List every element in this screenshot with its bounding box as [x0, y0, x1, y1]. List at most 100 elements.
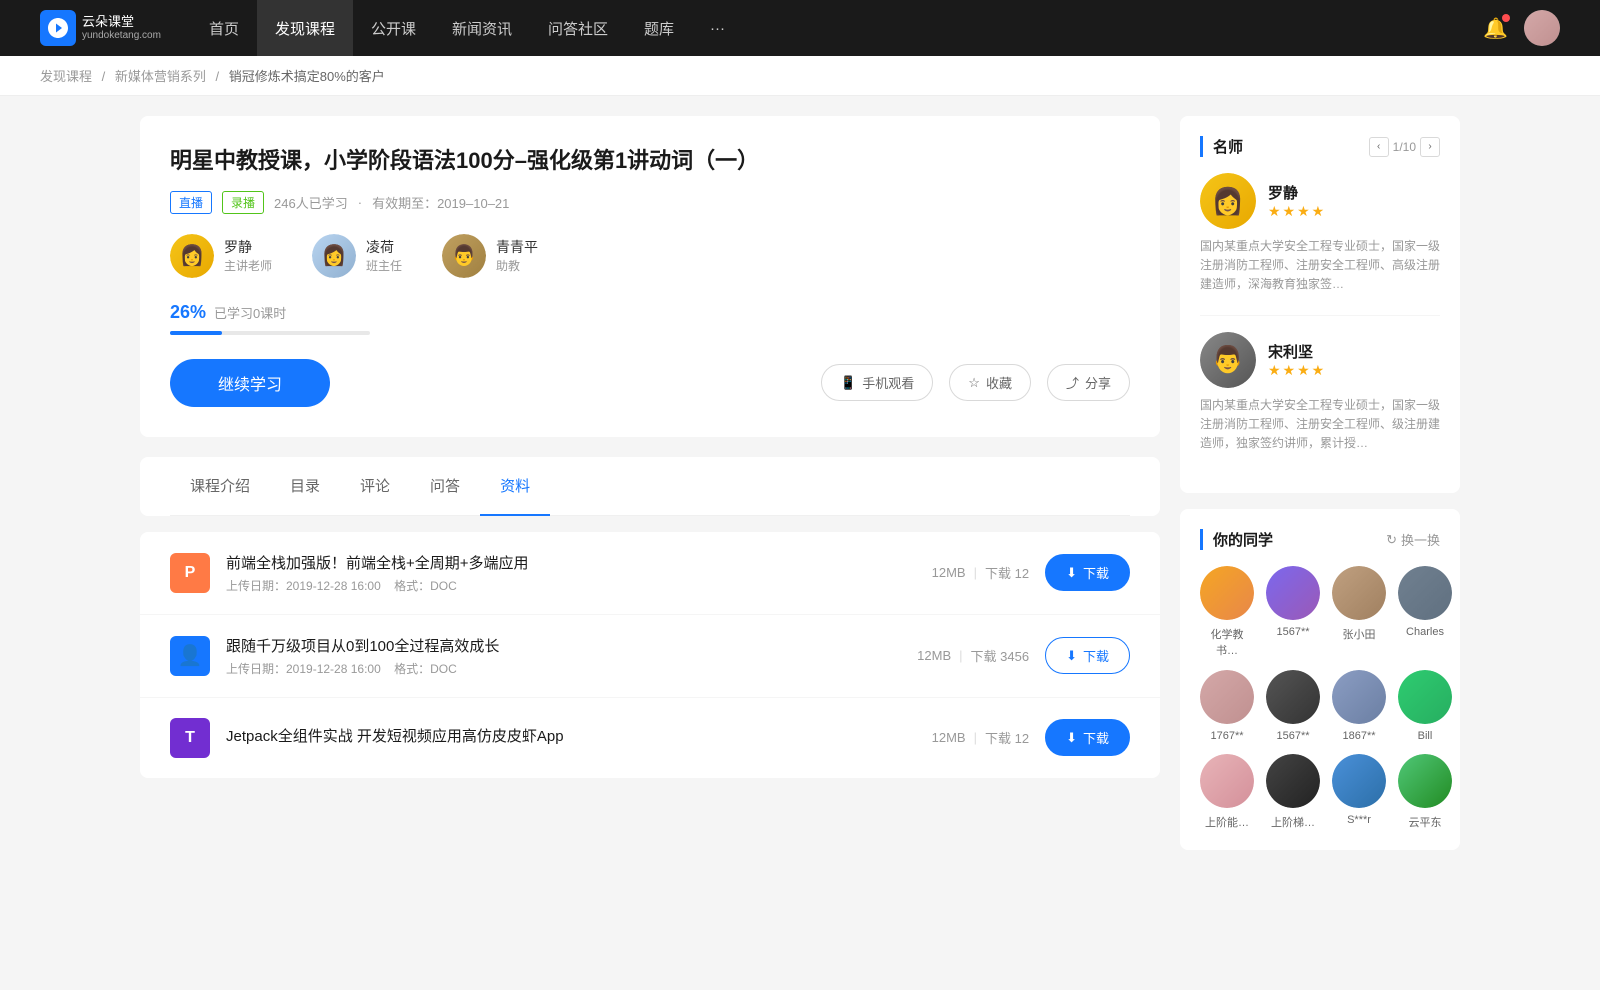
classmate-10: 上阶梯…: [1266, 754, 1320, 830]
logo-name: 云朵课堂: [82, 14, 161, 30]
teacher-1: 👩 罗静 ★★★★ 国内某重点大学安全工程专业硕士，国家一级注册消防工程师、注册…: [1200, 173, 1440, 295]
refresh-button[interactable]: ↻ 换一换: [1386, 530, 1440, 549]
instructor-1-role: 主讲老师: [224, 257, 272, 274]
nav-item-discover[interactable]: 发现课程: [257, 0, 353, 56]
teacher-2-desc: 国内某重点大学安全工程专业硕士，国家一级注册消防工程师、注册安全工程师、级注册建…: [1200, 396, 1440, 454]
classmate-5-name: 1767**: [1210, 730, 1243, 742]
course-actions: 继续学习 📱 手机观看 ☆ 收藏 ⤴ 分享: [170, 359, 1130, 407]
classmate-1: 化学教书…: [1200, 566, 1254, 658]
progress-bar-fill: [170, 331, 222, 335]
instructor-1-name: 罗静: [224, 237, 272, 257]
classmate-11: S***r: [1332, 754, 1386, 830]
file-stats-2: 12MB | 下载 3456: [917, 646, 1029, 665]
nav-item-home[interactable]: 首页: [191, 0, 257, 56]
teacher-1-stars: ★★★★: [1268, 203, 1326, 220]
avatar[interactable]: [1524, 10, 1560, 46]
download-button-2[interactable]: ⬇ 下载: [1045, 637, 1130, 674]
teacher-2-name: 宋利坚: [1268, 341, 1326, 362]
nav-item-qa[interactable]: 问答社区: [530, 0, 626, 56]
course-meta: 直播 录播 246人已学习 · 有效期至：2019–10–21: [170, 191, 1130, 214]
logo-icon: [40, 10, 76, 46]
teacher-1-avatar: 👩: [1200, 173, 1256, 229]
classmates-grid: 化学教书… 1567** 张小田 Charles 1767**: [1200, 566, 1440, 830]
nav-item-news[interactable]: 新闻资讯: [434, 0, 530, 56]
logo[interactable]: 云朵课堂 yundoketang.com: [40, 10, 161, 46]
share-button[interactable]: ⤴ 分享: [1047, 364, 1130, 401]
main-container: 明星中教授课，小学阶段语法100分–强化级第1讲动词（一） 直播 录播 246人…: [100, 96, 1500, 886]
instructor-2-avatar: 👩: [312, 234, 356, 278]
instructor-1-avatar: 👩: [170, 234, 214, 278]
classmate-8: Bill: [1398, 670, 1452, 742]
progress-percent: 26%: [170, 302, 206, 323]
teachers-title: 名师: [1200, 136, 1243, 157]
instructor-2: 👩 凌荷 班主任: [312, 234, 402, 278]
nav-item-open[interactable]: 公开课: [353, 0, 434, 56]
teacher-2-stars: ★★★★: [1268, 362, 1326, 379]
breadcrumb-link-discover[interactable]: 发现课程: [40, 69, 92, 84]
classmate-7-name: 1867**: [1342, 730, 1375, 742]
avatar-image: [1524, 10, 1560, 46]
file-sub-2: 上传日期：2019-12-28 16:00 格式：DOC: [226, 660, 901, 677]
classmate-10-name: 上阶梯…: [1271, 814, 1315, 830]
classmate-2-name: 1567**: [1276, 626, 1309, 638]
classmate-4-name: Charles: [1406, 626, 1444, 638]
sidebar: 名师 ‹ 1/10 › 👩 罗静 ★★★★: [1180, 116, 1460, 866]
file-icon-1: P: [170, 553, 210, 593]
teacher-2-avatar: 👨: [1200, 332, 1256, 388]
course-card: 明星中教授课，小学阶段语法100分–强化级第1讲动词（一） 直播 录播 246人…: [140, 116, 1160, 437]
next-teacher-btn[interactable]: ›: [1420, 137, 1440, 157]
breadcrumb: 发现课程 / 新媒体营销系列 / 销冠修炼术搞定80%的客户: [0, 56, 1600, 96]
classmate-12: 云平东: [1398, 754, 1452, 830]
logo-sub: yundoketang.com: [82, 30, 161, 42]
classmate-6: 1567**: [1266, 670, 1320, 742]
breadcrumb-current: 销冠修炼术搞定80%的客户: [229, 69, 385, 84]
file-icon-2: 👤: [170, 636, 210, 676]
tab-materials[interactable]: 资料: [480, 457, 550, 516]
teacher-2: 👨 宋利坚 ★★★★ 国内某重点大学安全工程专业硕士，国家一级注册消防工程师、注…: [1200, 332, 1440, 454]
prev-teacher-btn[interactable]: ‹: [1369, 137, 1389, 157]
bell-icon[interactable]: 🔔: [1483, 16, 1508, 41]
classmate-3-name: 张小田: [1343, 626, 1376, 642]
breadcrumb-link-series[interactable]: 新媒体营销系列: [115, 69, 206, 84]
instructor-2-role: 班主任: [366, 257, 402, 274]
content-area: 明星中教授课，小学阶段语法100分–强化级第1讲动词（一） 直播 录播 246人…: [140, 116, 1160, 866]
teachers-panel: 名师 ‹ 1/10 › 👩 罗静 ★★★★: [1180, 116, 1460, 493]
tab-comments[interactable]: 评论: [340, 457, 410, 516]
classmate-1-name: 化学教书…: [1200, 626, 1254, 658]
mobile-watch-button[interactable]: 📱 手机观看: [821, 364, 933, 401]
nav-item-quiz[interactable]: 题库: [626, 0, 692, 56]
mobile-icon: 📱: [840, 375, 856, 391]
teachers-pagination: ‹ 1/10 ›: [1369, 137, 1440, 157]
tab-toc[interactable]: 目录: [270, 457, 340, 516]
file-icon-3: T: [170, 718, 210, 758]
tag-live: 直播: [170, 191, 212, 214]
students-count: 246人已学习: [274, 193, 348, 212]
refresh-icon: ↻: [1386, 532, 1397, 548]
file-info-2: 跟随千万级项目从0到100全过程高效成长 上传日期：2019-12-28 16:…: [226, 635, 901, 677]
classmate-11-name: S***r: [1347, 814, 1371, 826]
classmate-3: 张小田: [1332, 566, 1386, 658]
file-sub-1: 上传日期：2019-12-28 16:00 格式：DOC: [226, 577, 916, 594]
nav-item-more[interactable]: ···: [692, 0, 743, 56]
instructor-1: 👩 罗静 主讲老师: [170, 234, 272, 278]
file-item-1: P 前端全栈加强版！前端全栈+全周期+多端应用 上传日期：2019-12-28 …: [140, 532, 1160, 615]
progress-label: 已学习0课时: [214, 303, 286, 322]
download-button-3[interactable]: ⬇ 下载: [1045, 719, 1130, 756]
instructors: 👩 罗静 主讲老师 👩 凌荷 班主任: [170, 234, 1130, 278]
tab-intro[interactable]: 课程介绍: [170, 457, 270, 516]
classmate-6-name: 1567**: [1276, 730, 1309, 742]
download-button-1[interactable]: ⬇ 下载: [1045, 554, 1130, 591]
download-icon-2: ⬇: [1066, 648, 1077, 664]
validity: 有效期至：2019–10–21: [372, 193, 509, 212]
file-stats-1: 12MB | 下载 12: [932, 563, 1029, 582]
collect-button[interactable]: ☆ 收藏: [949, 364, 1031, 401]
classmate-4: Charles: [1398, 566, 1452, 658]
classmate-8-name: Bill: [1418, 730, 1433, 742]
continue-learning-button[interactable]: 继续学习: [170, 359, 330, 407]
instructor-3: 👨 青青平 助教: [442, 234, 538, 278]
download-icon-1: ⬇: [1066, 565, 1077, 581]
classmates-title: 你的同学: [1200, 529, 1273, 550]
course-title: 明星中教授课，小学阶段语法100分–强化级第1讲动词（一）: [170, 146, 1130, 177]
file-name-3: Jetpack全组件实战 开发短视频应用高仿皮皮虾App: [226, 725, 916, 746]
tab-qa[interactable]: 问答: [410, 457, 480, 516]
